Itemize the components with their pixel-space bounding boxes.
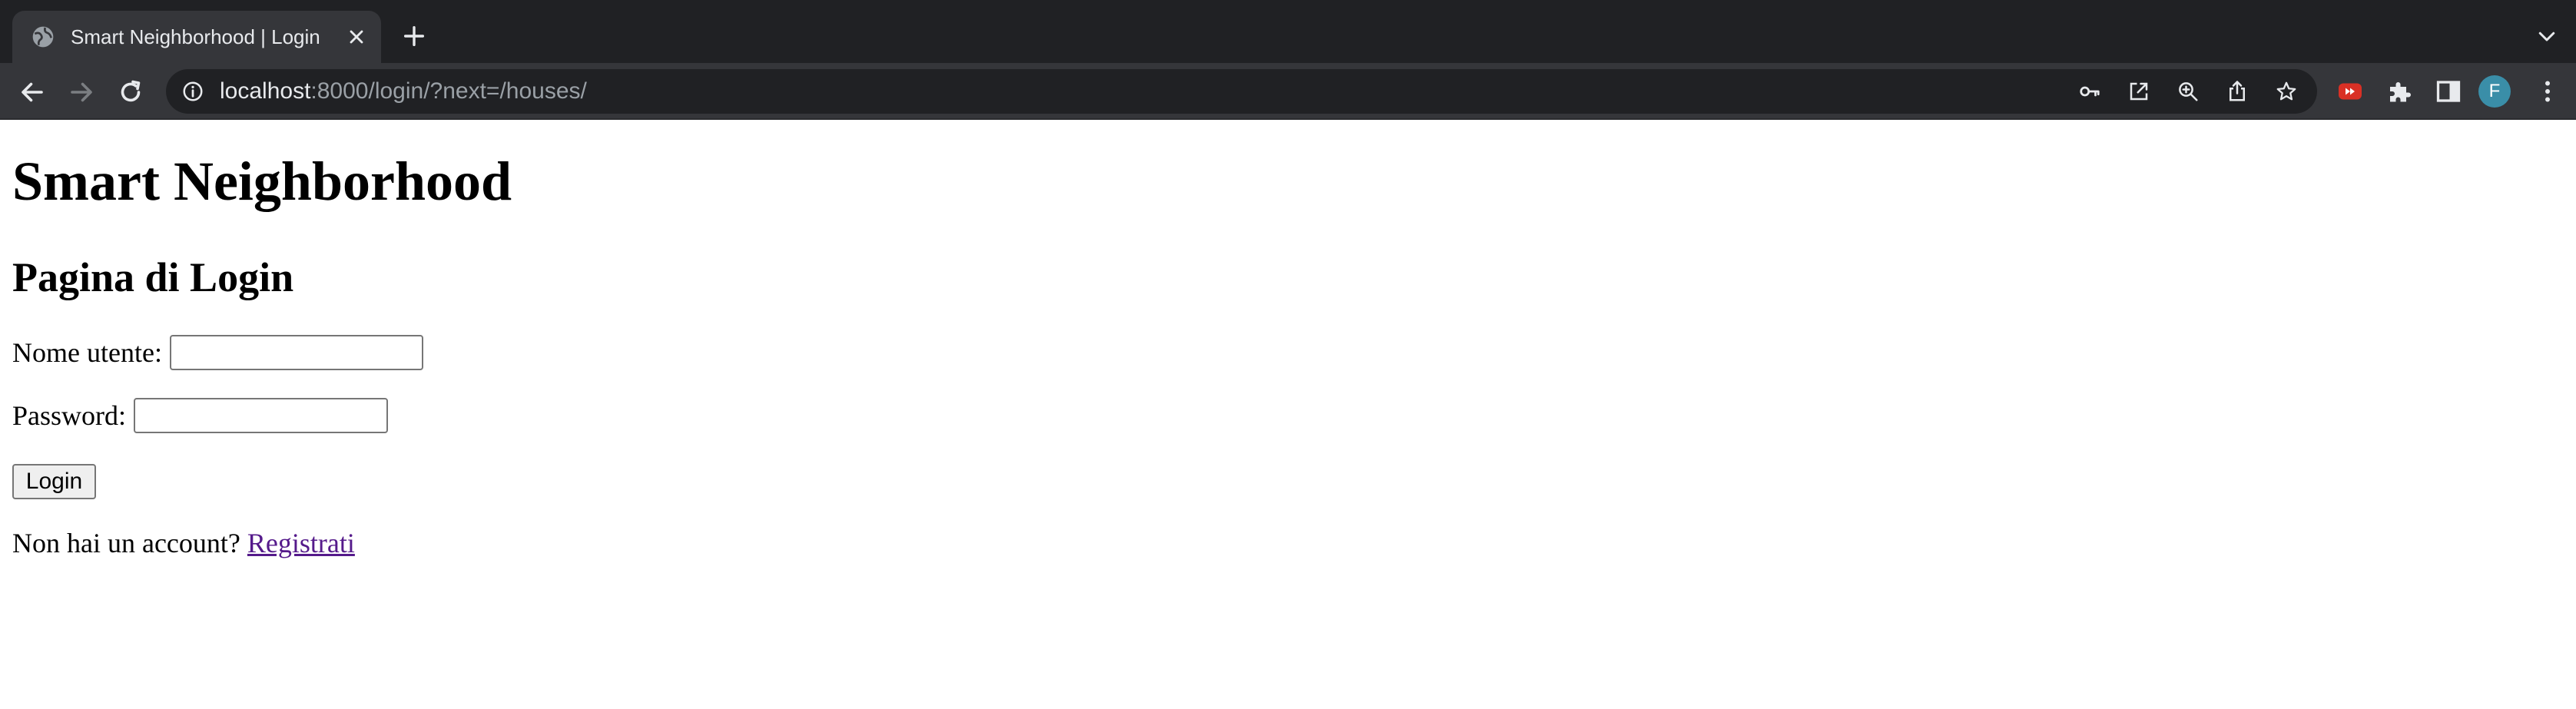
username-row: Nome utente: <box>12 335 423 370</box>
puzzle-icon[interactable] <box>2385 78 2413 105</box>
address-bar[interactable]: localhost:8000/login/?next=/houses/ <box>166 69 2317 114</box>
forward-arrow-icon[interactable] <box>68 78 95 106</box>
star-icon[interactable] <box>2275 80 2298 103</box>
open-in-app-icon[interactable] <box>2127 80 2150 103</box>
back-arrow-icon[interactable] <box>18 78 46 106</box>
browser-tab[interactable]: Smart Neighborhood | Login <box>12 11 381 63</box>
close-icon[interactable] <box>346 26 367 48</box>
password-input[interactable] <box>134 398 389 433</box>
password-label: Password: <box>12 400 127 431</box>
page-content: Smart Neighborhood Pagina di Login Nome … <box>0 120 2576 709</box>
zoom-icon[interactable] <box>2177 80 2200 103</box>
site-title: Smart Neighborhood <box>12 151 512 212</box>
register-prompt-text: Non hai un account? <box>12 528 240 558</box>
password-row: Password: <box>12 398 389 433</box>
browser-toolbar: localhost:8000/login/?next=/houses/ F <box>0 63 2576 120</box>
extension-icon[interactable] <box>2336 78 2364 105</box>
username-label: Nome utente: <box>12 337 162 368</box>
reload-icon[interactable] <box>117 78 144 106</box>
key-icon[interactable] <box>2078 80 2101 103</box>
globe-icon <box>32 26 54 48</box>
kebab-menu-icon[interactable] <box>2534 78 2561 105</box>
url-text: localhost:8000/login/?next=/houses/ <box>220 78 587 104</box>
plus-icon[interactable] <box>401 23 427 49</box>
side-panel-icon[interactable] <box>2435 78 2462 105</box>
tab-title: Smart Neighborhood | Login <box>71 25 320 48</box>
register-prompt: Non hai un account? Registrati <box>12 527 355 559</box>
chevron-down-icon[interactable] <box>2535 25 2558 48</box>
page-title: Pagina di Login <box>12 254 294 300</box>
tab-strip: Smart Neighborhood | Login <box>0 0 2576 63</box>
login-button[interactable]: Login <box>12 464 96 499</box>
share-icon[interactable] <box>2226 80 2249 103</box>
profile-avatar[interactable]: F <box>2478 75 2511 108</box>
register-link[interactable]: Registrati <box>247 528 355 558</box>
username-input[interactable] <box>169 335 423 370</box>
info-icon[interactable] <box>181 80 204 103</box>
